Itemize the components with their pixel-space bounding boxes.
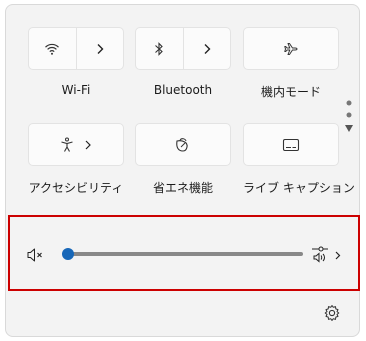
wifi-expand-button[interactable]	[77, 28, 124, 69]
leaf-icon	[176, 137, 188, 152]
gear-icon	[324, 305, 340, 321]
bluetooth-label: Bluetooth	[153, 83, 213, 97]
accessibility-label: アクセシビリティ	[28, 181, 124, 195]
airplane-mode-label: 機内モード	[260, 85, 321, 99]
bluetooth-expand-button[interactable]	[184, 28, 231, 69]
chevron-right-icon	[204, 43, 211, 54]
page-indicator[interactable]	[343, 98, 355, 138]
live-captions-label: ライブ キャプション	[243, 181, 355, 195]
captions-icon	[282, 138, 300, 151]
wifi-label: Wi-Fi	[61, 83, 91, 97]
wifi-icon	[45, 43, 60, 55]
chevron-right-icon	[84, 140, 92, 150]
settings-button[interactable]	[322, 303, 342, 323]
volume-slider-thumb[interactable]	[62, 248, 74, 260]
bluetooth-tile	[135, 27, 231, 70]
sound-output-icon	[312, 246, 341, 263]
accessibility-icon	[60, 137, 74, 153]
wifi-tile	[28, 27, 124, 70]
speaker-muted-icon	[27, 248, 42, 262]
energy-saver-button[interactable]	[135, 123, 231, 166]
airplane-icon	[284, 42, 298, 55]
accessibility-button[interactable]	[28, 123, 124, 166]
bluetooth-icon	[155, 41, 164, 56]
bluetooth-toggle-button[interactable]	[136, 28, 184, 69]
sound-output-button[interactable]	[310, 244, 344, 264]
live-captions-button[interactable]	[243, 123, 339, 166]
volume-slider-track[interactable]	[68, 252, 303, 256]
wifi-toggle-button[interactable]	[29, 28, 77, 69]
airplane-mode-button[interactable]	[243, 27, 339, 70]
mute-button[interactable]	[26, 246, 46, 264]
energy-saver-label: 省エネ機能	[152, 181, 213, 195]
page-dots-icon	[345, 100, 353, 132]
chevron-right-icon	[97, 43, 104, 54]
